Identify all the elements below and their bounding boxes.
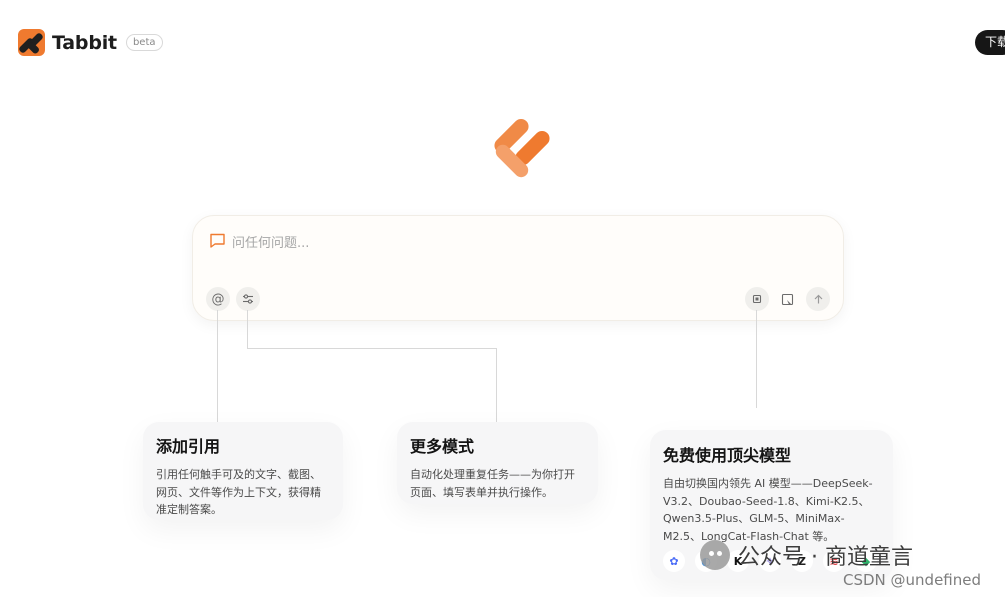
- feature-card-reference: 添加引用 引用任何触手可及的文字、截图、网页、文件等作为上下文，获得精准定制答案…: [143, 422, 343, 520]
- chat-bubble-icon: [210, 233, 225, 248]
- chip-icon: [752, 294, 762, 304]
- mention-button[interactable]: @: [206, 287, 230, 311]
- brand-logo[interactable]: Tabbit beta: [18, 29, 163, 56]
- model-select-button[interactable]: [745, 287, 769, 311]
- feature-title: 免费使用顶尖模型: [663, 446, 792, 465]
- screenshot-button[interactable]: [775, 287, 799, 311]
- at-icon: @: [211, 291, 225, 307]
- download-button[interactable]: 下载: [975, 30, 1005, 55]
- hero-logo-icon: [494, 118, 550, 178]
- connector-model: [756, 310, 757, 408]
- feature-desc: 自动化处理重复任务——为你打开页面、填写表单并执行操作。: [410, 468, 575, 499]
- beta-badge: beta: [125, 34, 163, 51]
- mode-button[interactable]: [236, 287, 260, 311]
- csdn-watermark: CSDN @undefined: [843, 571, 982, 589]
- chat-input-card[interactable]: 问任何问题... @: [192, 215, 844, 321]
- brand-name: Tabbit: [52, 31, 117, 54]
- chat-input[interactable]: 问任何问题...: [232, 232, 309, 251]
- connector-mention: [217, 310, 218, 422]
- tabbit-logo-icon: [18, 29, 45, 56]
- feature-desc: 引用任何触手可及的文字、截图、网页、文件等作为上下文，获得精准定制答案。: [156, 468, 321, 516]
- connector-mode-3: [496, 348, 497, 422]
- sliders-icon: [243, 294, 253, 304]
- arrow-up-icon: [814, 294, 822, 303]
- feature-card-modes: 更多模式 自动化处理重复任务——为你打开页面、填写表单并执行操作。: [397, 422, 598, 504]
- watermark: 公众号 · 商道童言: [700, 539, 941, 571]
- watermark-label: 公众号 · 商道童言: [738, 545, 913, 570]
- feature-desc: 自由切换国内领先 AI 模型——DeepSeek-V3.2、Doubao-See…: [663, 477, 873, 543]
- wechat-icon: [700, 540, 730, 570]
- connector-mode-1: [247, 310, 248, 348]
- image-crop-icon: [781, 293, 793, 305]
- connector-mode-2: [247, 348, 497, 349]
- feature-title: 更多模式: [410, 437, 475, 456]
- feature-title: 添加引用: [156, 437, 221, 456]
- deepseek-icon: ✿: [663, 550, 685, 572]
- send-button[interactable]: [806, 287, 830, 311]
